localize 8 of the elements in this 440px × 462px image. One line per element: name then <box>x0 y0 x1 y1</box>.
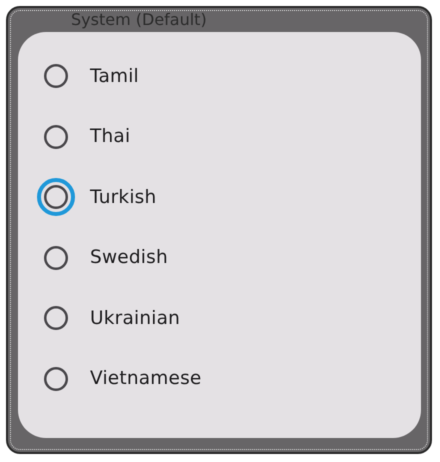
background-title: System (Default) <box>70 9 208 31</box>
option-label[interactable]: Tamil <box>90 66 139 87</box>
radio-button[interactable] <box>37 178 75 216</box>
option-label[interactable]: Turkish <box>90 186 156 208</box>
option-label[interactable]: Ukrainian <box>90 308 180 329</box>
option-label[interactable]: Vietnamese <box>90 368 202 390</box>
option-label[interactable]: Thai <box>90 126 130 148</box>
option-label[interactable]: Swedish <box>90 247 168 268</box>
